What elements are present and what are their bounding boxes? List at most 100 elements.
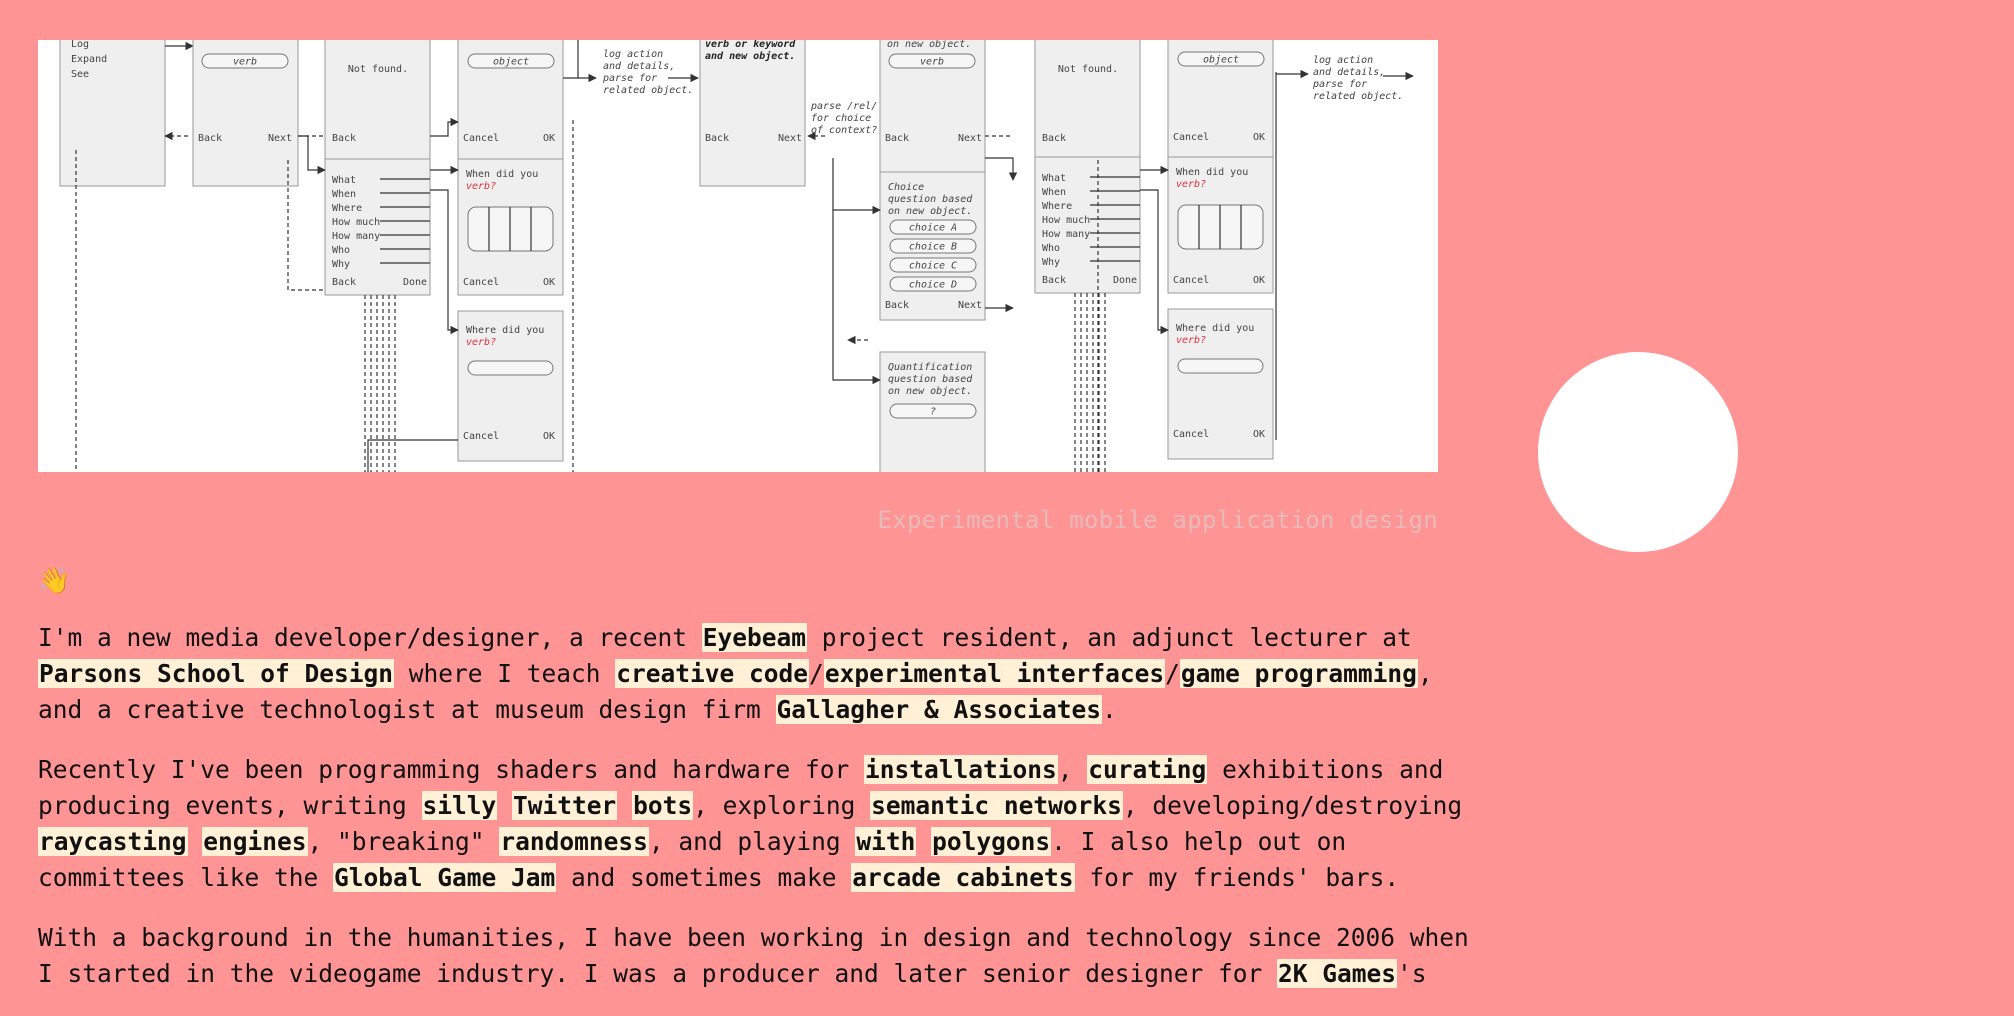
when-cancel-1: Cancel xyxy=(1173,275,1209,286)
verb-back: Back xyxy=(198,133,222,144)
question-word-1-4: How many xyxy=(1042,229,1090,240)
link-game-programming[interactable]: game programming xyxy=(1179,659,1418,688)
note2-log-3: parse for xyxy=(1312,79,1367,90)
note-rel-2: for choice xyxy=(811,113,871,124)
question-word-0-5: Who xyxy=(332,245,350,256)
choice-back: Back xyxy=(885,300,909,311)
choice-pill-1-label: choice B xyxy=(909,242,957,253)
question-word-1-0: What xyxy=(1042,173,1066,184)
question-word-1-2: Where xyxy=(1042,201,1072,212)
intro-paragraph-1: I'm a new media developer/designer, a re… xyxy=(38,623,1433,724)
question-done-0: Done xyxy=(403,277,427,288)
verb-pill-2-label: verb xyxy=(920,57,944,68)
link-silly[interactable]: silly xyxy=(421,791,498,820)
link-creative-code[interactable]: creative code xyxy=(615,659,810,688)
verb2-note: on new object. xyxy=(887,40,971,50)
verb2-back: Back xyxy=(885,133,909,144)
where-verb-0: verb? xyxy=(466,337,496,348)
note2-log-2: and details, xyxy=(1313,67,1385,78)
link-arcade-cabinets[interactable]: arcade cabinets xyxy=(851,863,1075,892)
note-rel-1: parse /rel/ xyxy=(810,101,877,112)
note-log-1: log action xyxy=(603,49,663,60)
when-text-1: When did you xyxy=(1176,167,1248,178)
question-word-1-6: Why xyxy=(1042,257,1060,268)
object-pill-2-label: object xyxy=(1203,55,1239,66)
arrow-where-bottom xyxy=(367,439,458,472)
verb-pill-label: verb xyxy=(233,57,257,68)
arrow-verb2-q2 xyxy=(985,157,1018,181)
arrow-q2-where2 xyxy=(1140,189,1169,335)
link-global-game-jam[interactable]: Global Game Jam xyxy=(333,863,557,892)
note-log-2: and details, xyxy=(603,61,675,72)
link-twitter[interactable]: Twitter xyxy=(512,791,618,820)
object-pill-label: object xyxy=(493,57,529,68)
when-text-0: When did you xyxy=(466,169,538,180)
arrow-to-choice xyxy=(832,158,881,215)
notfound-back: Back xyxy=(332,133,356,144)
intro-section: 👋 I'm a new media developer/designer, a … xyxy=(38,566,1478,1016)
choice-pill-3-label: choice D xyxy=(909,280,957,291)
link-2k-games[interactable]: 2K Games xyxy=(1277,959,1398,988)
choice-q-3: on new object. xyxy=(888,206,972,217)
link-with[interactable]: with xyxy=(855,827,917,856)
question-word-0-1: When xyxy=(332,189,356,200)
quant-q-3: on new object. xyxy=(888,386,972,397)
when-ok-1: OK xyxy=(1253,275,1265,286)
verb-next: Next xyxy=(268,133,292,144)
where-verb-1: verb? xyxy=(1176,335,1206,346)
menu-item-0: Log xyxy=(71,40,89,50)
when-cancel-0: Cancel xyxy=(463,277,499,288)
verb2-next: Next xyxy=(958,133,982,144)
where-input-1 xyxy=(1177,358,1264,374)
where-cancel-0: Cancel xyxy=(463,431,499,442)
link-eyebeam[interactable]: Eyebeam xyxy=(701,623,808,652)
intro-paragraph-2: Recently I've been programming shaders a… xyxy=(38,755,1463,892)
object2-cancel: Cancel xyxy=(1173,132,1209,143)
question-word-1-1: When xyxy=(1042,187,1066,198)
link-experimental-interfaces[interactable]: experimental interfaces xyxy=(823,659,1166,688)
object-ok: OK xyxy=(543,133,555,144)
when-verb-0: verb? xyxy=(466,181,496,192)
link-parsons[interactable]: Parsons School of Design xyxy=(38,659,395,688)
keyword-1: verb or keyword xyxy=(705,40,796,50)
object2-ok: OK xyxy=(1253,132,1265,143)
link-engines[interactable]: engines xyxy=(202,827,308,856)
notfound-text: Not found. xyxy=(348,64,408,75)
note-log-4: related object. xyxy=(603,85,693,96)
object-cancel: Cancel xyxy=(463,133,499,144)
note2-log-1: log action xyxy=(1313,55,1373,66)
link-raycasting[interactable]: raycasting xyxy=(38,827,188,856)
link-installations[interactable]: installations xyxy=(864,755,1058,784)
link-gallagher[interactable]: Gallagher & Associates xyxy=(775,695,1103,724)
link-randomness[interactable]: randomness xyxy=(499,827,649,856)
waving-hand-icon: 👋 xyxy=(38,566,71,596)
question-back-0: Back xyxy=(332,277,356,288)
flowchart-diagram: Log Expand See verb Back Next Not found. Back ob… xyxy=(59,40,1414,472)
link-bots[interactable]: bots xyxy=(632,791,694,820)
link-curating[interactable]: curating xyxy=(1087,755,1208,784)
arrow-question-to-where xyxy=(430,189,459,335)
note-log-3: parse for xyxy=(602,73,657,84)
intro-paragraph-3: With a background in the humanities, I h… xyxy=(38,923,1469,988)
choice-q-1: Choice xyxy=(888,182,924,193)
avatar-circle xyxy=(1538,352,1738,552)
where-cancel-1: Cancel xyxy=(1173,429,1209,440)
quant-pill-label: ? xyxy=(930,407,936,418)
arrow-verb-to-question xyxy=(298,135,326,175)
keyword-back: Back xyxy=(705,133,729,144)
where-ok-0: OK xyxy=(543,431,555,442)
when-ok-0: OK xyxy=(543,277,555,288)
link-polygons[interactable]: polygons xyxy=(931,827,1052,856)
question-word-0-6: Why xyxy=(332,259,350,270)
note2-log-4: related object. xyxy=(1313,91,1403,102)
choice-next: Next xyxy=(958,300,982,311)
choice-pill-0-label: choice A xyxy=(909,223,957,234)
question-word-0-0: What xyxy=(332,175,356,186)
keyword-2: and new object. xyxy=(705,50,795,62)
note-rel-3: of context? xyxy=(811,125,877,136)
question-word-0-3: How much xyxy=(332,217,380,228)
link-semantic-networks[interactable]: semantic networks xyxy=(870,791,1123,820)
choice-q-2: question based xyxy=(888,194,973,205)
hero-image: Log Expand See verb Back Next Not found. Back ob… xyxy=(38,40,1438,472)
quant-q-2: question based xyxy=(888,374,973,385)
